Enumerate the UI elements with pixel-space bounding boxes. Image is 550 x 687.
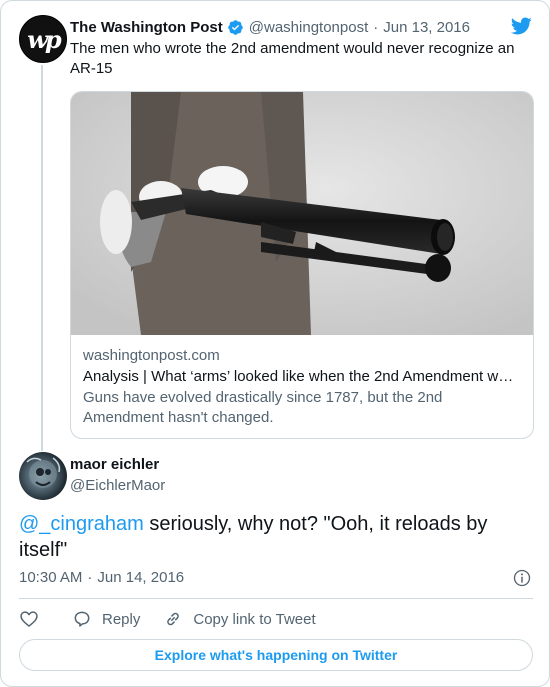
- tweet-actions: Reply Copy link to Tweet: [19, 607, 316, 631]
- link-icon: [167, 612, 180, 626]
- reply-button[interactable]: Reply: [72, 609, 140, 629]
- link-preview-body: washingtonpost.com Analysis | What ‘arms…: [83, 346, 521, 428]
- copy-link-label: Copy link to Tweet: [193, 610, 316, 628]
- author-name[interactable]: The Washington Post: [70, 19, 223, 36]
- link-preview-card[interactable]: washingtonpost.com Analysis | What ‘arms…: [70, 91, 534, 439]
- quoted-tweet-header: The Washington Post @washingtonpost · Ju…: [70, 17, 470, 37]
- author-handle[interactable]: @washingtonpost: [249, 19, 368, 36]
- heart-icon: [20, 611, 38, 627]
- info-icon[interactable]: [512, 568, 532, 588]
- tweet-date: Jun 14, 2016: [97, 569, 185, 586]
- article-image: [71, 92, 533, 335]
- washington-post-avatar[interactable]: wp: [19, 15, 67, 63]
- embedded-tweet-card: wp The Washington Post @washingtonpost ·…: [0, 0, 550, 687]
- twitter-bird-icon[interactable]: [508, 15, 534, 37]
- musket-photo-illustration: [71, 92, 533, 335]
- copy-link-button[interactable]: Copy link to Tweet: [163, 609, 316, 629]
- avatar-initials: wp: [27, 24, 61, 54]
- reply-label: Reply: [102, 610, 141, 628]
- link-title: Analysis | What ‘arms’ looked like when …: [83, 368, 521, 385]
- quoted-tweet-text: The men who wrote the 2nd amendment woul…: [70, 40, 515, 77]
- link-domain: washingtonpost.com: [83, 347, 220, 364]
- explore-twitter-button[interactable]: Explore what's happening on Twitter: [19, 639, 533, 671]
- author-handle[interactable]: @EichlerMaor: [70, 477, 165, 494]
- tweet-time: 10:30 AM: [19, 569, 83, 586]
- verified-badge-icon: [228, 19, 243, 35]
- tweet-text: @_cingraham seriously, why not? "Ooh, it…: [19, 511, 529, 563]
- author-name[interactable]: maor eichler: [70, 456, 159, 473]
- mention-link[interactable]: @_cingraham: [19, 513, 144, 535]
- separator-dot: ·: [373, 18, 379, 36]
- like-button[interactable]: [19, 609, 39, 629]
- tweet-timestamp[interactable]: 10:30 AM · Jun 14, 2016: [19, 569, 184, 586]
- separator-dot: ·: [87, 569, 93, 586]
- speech-bubble-icon: [74, 611, 90, 627]
- thread-connector-line: [41, 65, 43, 451]
- user-avatar[interactable]: [19, 452, 67, 500]
- link-description: Guns have evolved drastically since 1787…: [83, 389, 443, 426]
- avatar-image: [26, 457, 61, 488]
- divider: [19, 598, 533, 599]
- tweet-date[interactable]: Jun 13, 2016: [383, 19, 470, 36]
